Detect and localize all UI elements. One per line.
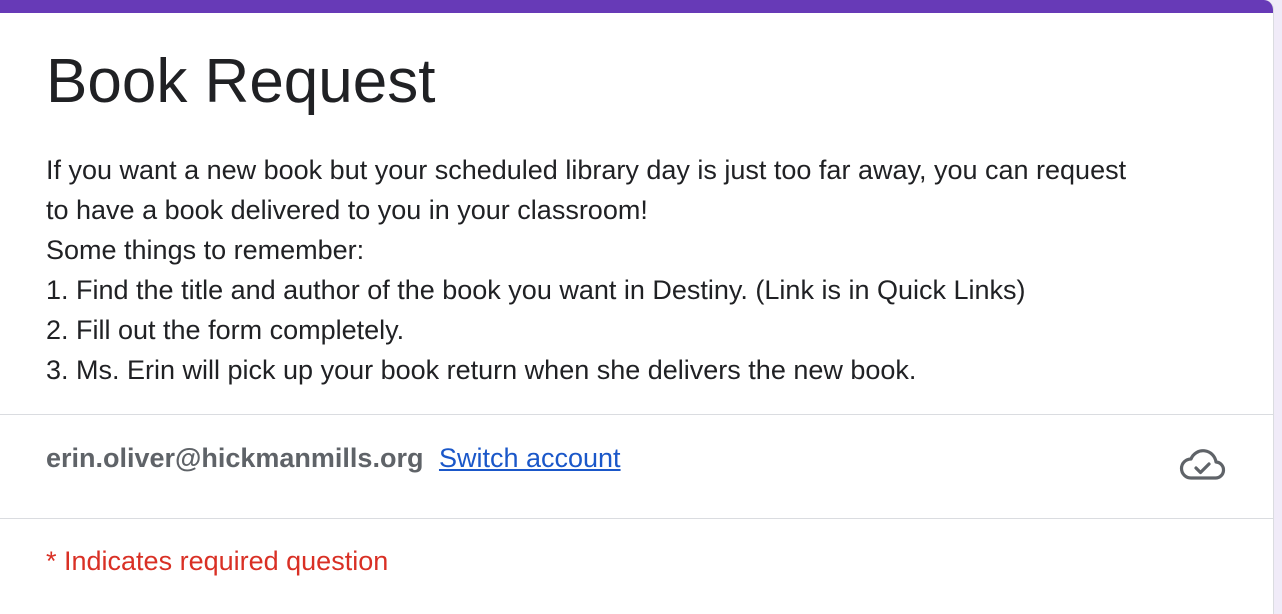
theme-accent-bar bbox=[0, 0, 1273, 13]
description-line: to have a book delivered to you in your … bbox=[46, 195, 648, 225]
form-description: If you want a new book but your schedule… bbox=[46, 150, 1236, 390]
description-line: Some things to remember: bbox=[46, 235, 365, 265]
required-question-note: * Indicates required question bbox=[46, 546, 389, 576]
account-row: erin.oliver@hickmanmills.org Switch acco… bbox=[46, 440, 621, 476]
description-line: 2. Fill out the form completely. bbox=[46, 315, 405, 345]
description-line: If you want a new book but your schedule… bbox=[46, 155, 1127, 185]
description-line: 1. Find the title and author of the book… bbox=[46, 275, 1026, 305]
account-email: erin.oliver@hickmanmills.org bbox=[46, 443, 424, 473]
section-divider bbox=[0, 414, 1273, 415]
section-divider bbox=[0, 518, 1273, 519]
form-header-card: Book Request If you want a new book but … bbox=[0, 0, 1274, 614]
cloud-done-icon[interactable] bbox=[1178, 444, 1226, 484]
description-line: 3. Ms. Erin will pick up your book retur… bbox=[46, 355, 917, 385]
switch-account-link[interactable]: Switch account bbox=[439, 443, 621, 473]
form-title: Book Request bbox=[46, 47, 436, 116]
